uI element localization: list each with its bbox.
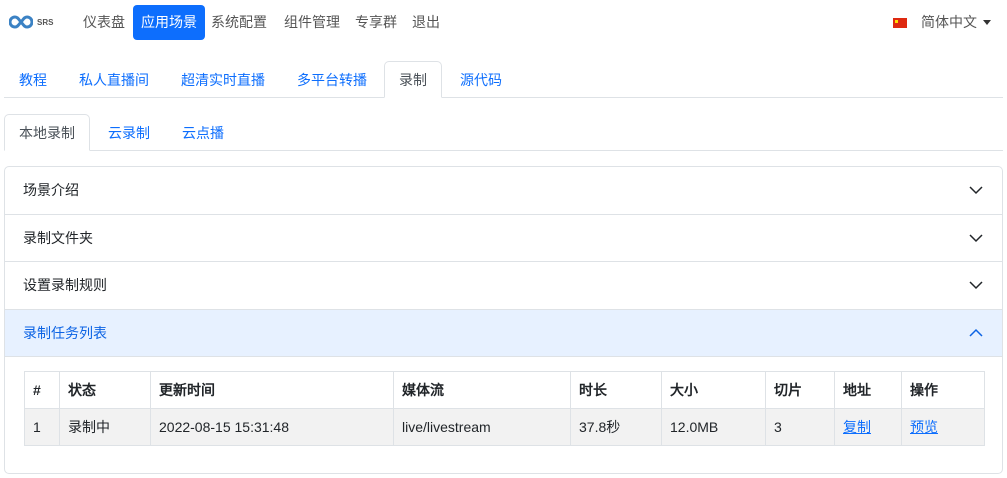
col-status: 状态 [59, 371, 151, 409]
col-index: # [24, 371, 60, 409]
accordion-title: 场景介绍 [23, 182, 79, 199]
copy-link[interactable]: 复制 [843, 419, 871, 435]
accordion: 场景介绍 录制文件夹 设置录制规则 录制任务列表 # 状态 更新时间 媒体流 时… [4, 166, 1003, 474]
tab-multi-platform[interactable]: 多平台转播 [282, 61, 382, 98]
china-flag-icon [893, 17, 907, 28]
col-segments: 切片 [765, 371, 835, 409]
cell-address: 复制 [834, 408, 902, 446]
col-stream: 媒体流 [393, 371, 571, 409]
nav-dashboard[interactable]: 仪表盘 [75, 5, 133, 40]
cell-segments: 3 [765, 408, 835, 446]
preview-link[interactable]: 预览 [910, 419, 938, 435]
accordion-task-list[interactable]: 录制任务列表 [5, 309, 1002, 357]
chevron-down-icon [969, 234, 983, 242]
cell-index: 1 [24, 408, 60, 446]
nav-logout[interactable]: 退出 [404, 5, 448, 40]
col-duration: 时长 [570, 371, 662, 409]
language-dropdown[interactable]: 简体中文 [893, 5, 991, 40]
tab-source-code[interactable]: 源代码 [445, 61, 517, 98]
table-row: 1 录制中 2022-08-15 15:31:48 live/livestrea… [24, 408, 985, 446]
subtab-cloud-vod[interactable]: 云点播 [167, 114, 239, 151]
accordion-title: 录制任务列表 [23, 324, 107, 341]
record-task-table: # 状态 更新时间 媒体流 时长 大小 切片 地址 操作 1 录制中 2022-… [24, 371, 985, 446]
col-size: 大小 [661, 371, 766, 409]
scenario-tabs: 教程 私人直播间 超清实时直播 多平台转播 录制 源代码 [4, 61, 1003, 98]
top-navbar: SRS 仪表盘 应用场景 系统配置 组件管理 专享群 退出 简体中文 [0, 5, 1007, 40]
record-subtabs: 本地录制 云录制 云点播 [4, 114, 1003, 151]
srs-logo[interactable]: SRS [9, 15, 53, 29]
chevron-down-icon [969, 281, 983, 290]
cell-duration: 37.8秒 [570, 408, 662, 446]
col-updated: 更新时间 [150, 371, 394, 409]
accordion-record-folder[interactable]: 录制文件夹 [5, 215, 1002, 262]
col-action: 操作 [901, 371, 985, 409]
cell-size: 12.0MB [661, 408, 766, 446]
caret-down-icon [983, 20, 991, 25]
tab-hd-realtime[interactable]: 超清实时直播 [166, 61, 280, 98]
language-label: 简体中文 [921, 14, 977, 30]
cell-stream: live/livestream [393, 408, 571, 446]
logo-text: SRS [37, 17, 54, 27]
nav-system-config[interactable]: 系统配置 [203, 5, 275, 40]
tab-private-live[interactable]: 私人直播间 [64, 61, 164, 98]
nav-exclusive-group[interactable]: 专享群 [347, 5, 405, 40]
infinity-logo-icon [9, 15, 33, 29]
subtab-local-record[interactable]: 本地录制 [4, 114, 90, 151]
cell-status: 录制中 [59, 408, 151, 446]
accordion-record-rules[interactable]: 设置录制规则 [5, 262, 1002, 310]
accordion-title: 录制文件夹 [23, 229, 93, 246]
table-header-row: # 状态 更新时间 媒体流 时长 大小 切片 地址 操作 [24, 371, 985, 409]
chevron-up-icon [969, 328, 983, 337]
col-address: 地址 [834, 371, 902, 409]
tab-record[interactable]: 录制 [384, 61, 442, 98]
accordion-scenario-intro[interactable]: 场景介绍 [5, 167, 1002, 215]
nav-components[interactable]: 组件管理 [276, 5, 348, 40]
chevron-down-icon [969, 186, 983, 195]
tab-tutorial[interactable]: 教程 [4, 61, 62, 98]
subtab-cloud-record[interactable]: 云录制 [93, 114, 165, 151]
cell-action: 预览 [901, 408, 985, 446]
cell-updated: 2022-08-15 15:31:48 [150, 408, 394, 446]
nav-scenarios[interactable]: 应用场景 [133, 5, 205, 40]
accordion-title: 设置录制规则 [23, 277, 107, 294]
